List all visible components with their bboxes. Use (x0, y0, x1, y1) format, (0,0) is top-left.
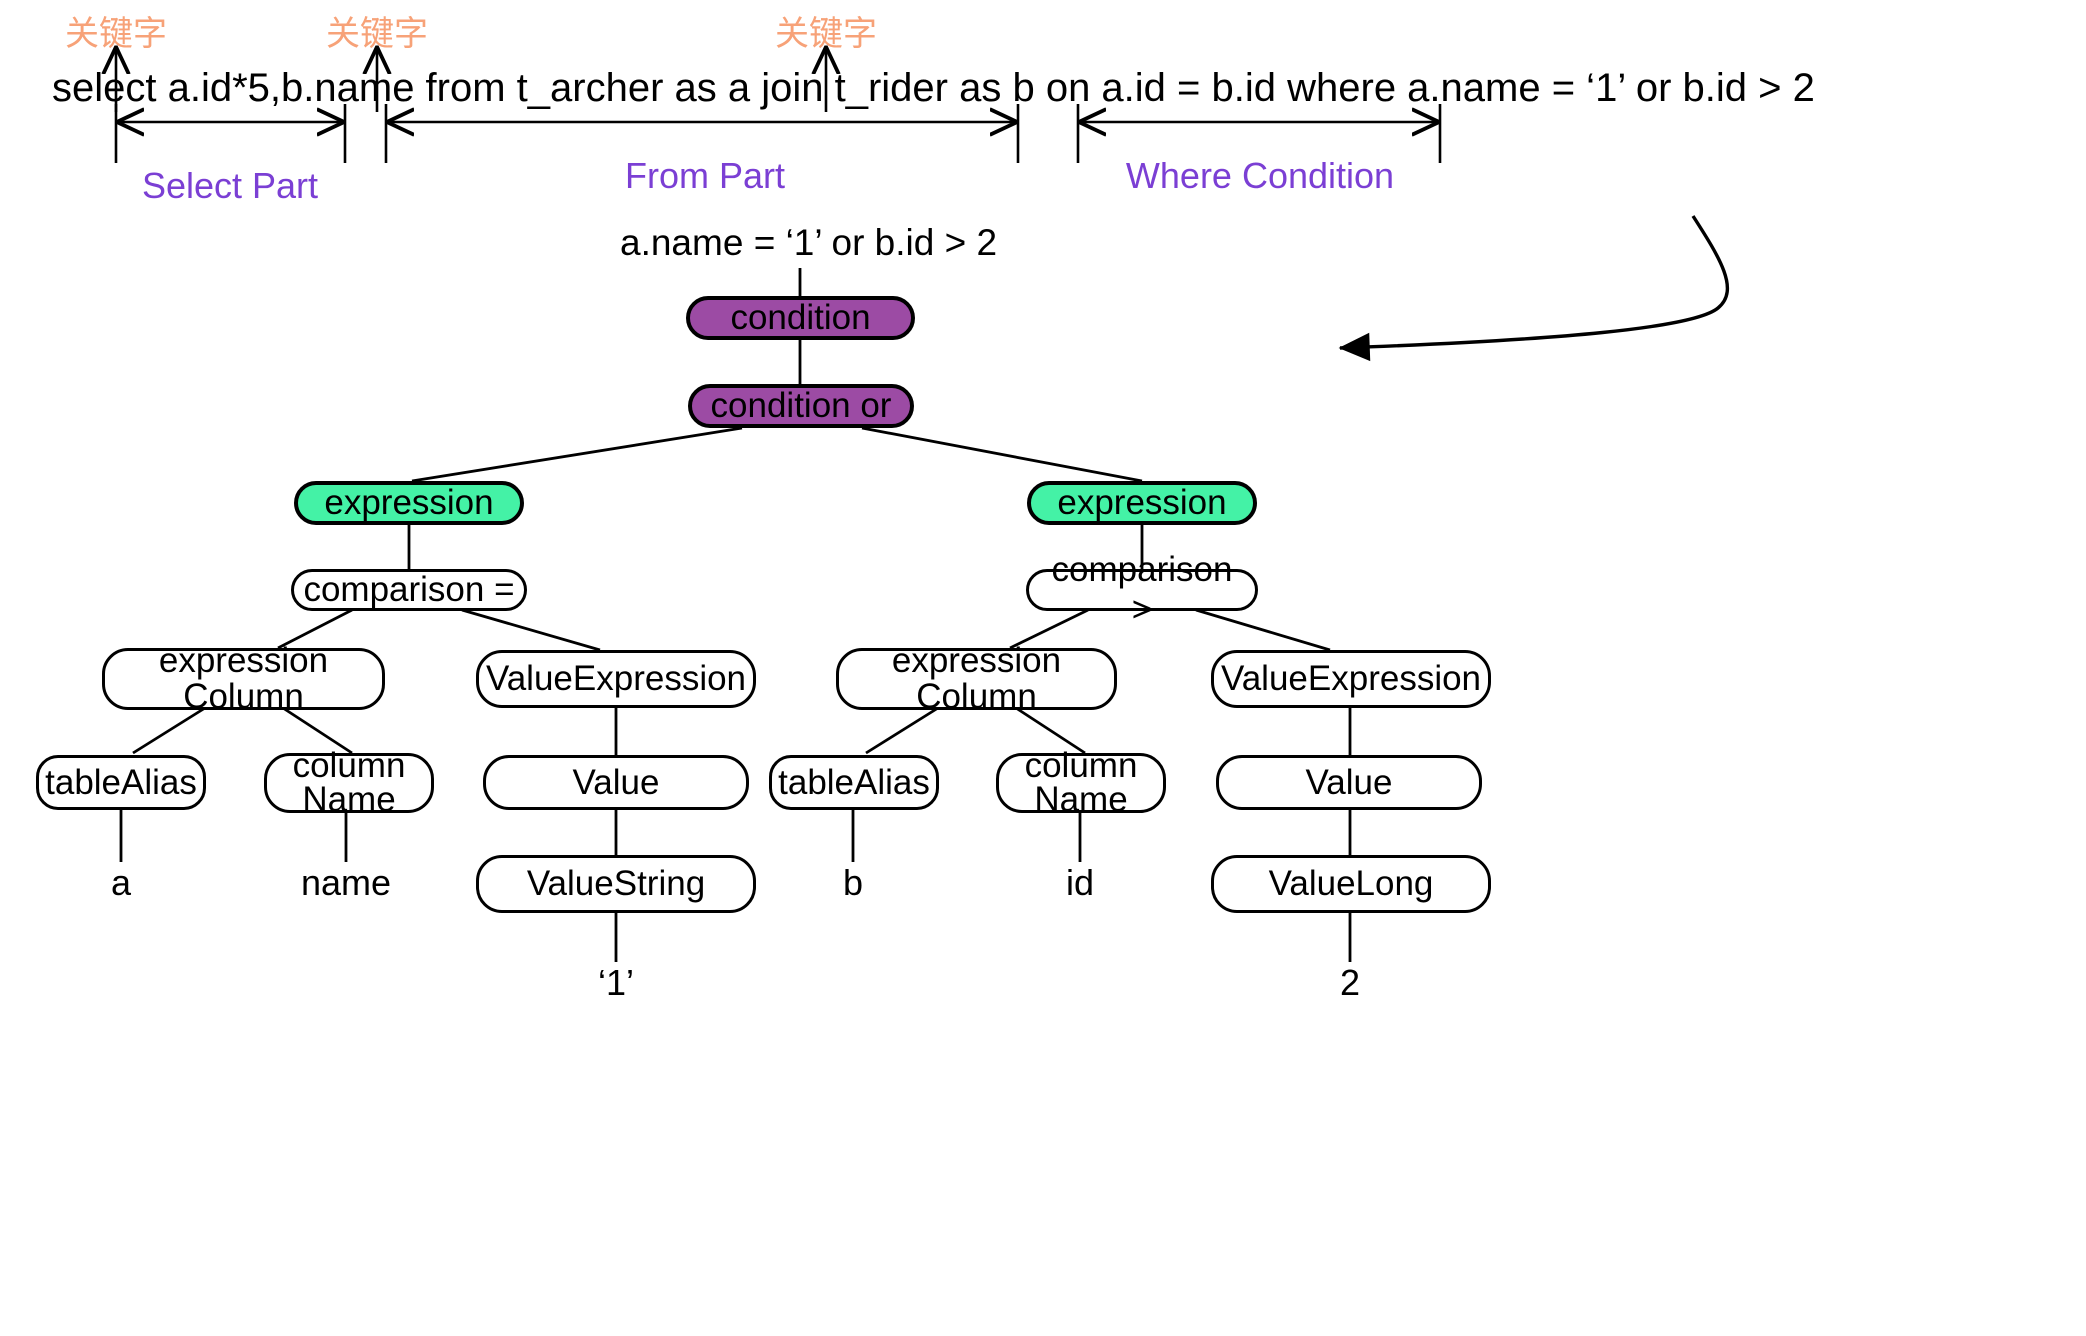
node-value-string-label: ValueString (526, 864, 706, 903)
leaf-value-string-value: ‘1’ (597, 962, 635, 1003)
node-table-alias-left[interactable]: tableAlias (36, 755, 206, 810)
leaf-table-alias-left-value: a (110, 862, 132, 903)
node-value-expression-right-label: ValueExpression (1220, 659, 1482, 698)
node-condition-or-label: condition or (710, 386, 892, 425)
node-column-name-left-line1: column (292, 746, 406, 785)
node-column-name-left-line2: Name (302, 780, 396, 819)
node-column-name-right-line2: Name (1034, 780, 1128, 819)
node-value-expression-right[interactable]: ValueExpression (1211, 650, 1491, 708)
node-value-long[interactable]: ValueLong (1211, 855, 1491, 913)
sql-statement: select a.id*5,b.name from t_archer as a … (52, 66, 1815, 110)
node-comparison-equals[interactable]: comparison = (291, 569, 527, 611)
keyword-label-select: 关键字 (65, 15, 167, 53)
node-condition-or[interactable]: condition or (688, 384, 914, 428)
node-condition[interactable]: condition (686, 296, 915, 340)
where-condition-label: Where Condition (1125, 155, 1395, 196)
leaf-column-name-right-value: id (1065, 862, 1095, 903)
node-column-name-right[interactable]: column Name (996, 748, 1166, 817)
node-condition-label: condition (730, 298, 871, 337)
node-value-expression-left[interactable]: ValueExpression (476, 650, 756, 708)
where-condition-expression-caption: a.name = ‘1’ or b.id > 2 (620, 222, 998, 263)
node-expression-left[interactable]: expression (294, 481, 524, 525)
node-expression-right-label: expression (1057, 483, 1227, 522)
node-comparison-greater[interactable]: comparison > (1026, 550, 1258, 629)
node-expression-column-right-line1: expression (891, 641, 1062, 680)
where-condition-callout-arrow (1338, 215, 1730, 362)
node-value-right[interactable]: Value (1216, 755, 1482, 810)
node-value-expression-left-label: ValueExpression (485, 659, 747, 698)
select-part-label: Select Part (141, 165, 319, 206)
node-column-name-right-line1: column (1024, 746, 1138, 785)
node-expression-right[interactable]: expression (1027, 481, 1257, 525)
node-expression-column-left[interactable]: expression Column (102, 643, 385, 715)
node-column-name-left[interactable]: column Name (264, 748, 434, 817)
leaf-table-alias-right-value: b (842, 862, 864, 903)
select-part-bracket (114, 104, 347, 163)
node-expression-column-right-line2: Column (916, 677, 1037, 716)
keyword-label-from: 关键字 (326, 15, 428, 53)
keyword-label-where: 关键字 (775, 15, 877, 53)
node-expression-column-right[interactable]: expression Column (836, 643, 1117, 715)
node-value-left-label: Value (572, 762, 660, 802)
node-table-alias-right-label: tableAlias (778, 762, 930, 802)
node-table-alias-right[interactable]: tableAlias (769, 755, 939, 810)
node-comparison-greater-label: comparison > (1051, 550, 1233, 629)
leaf-column-name-left-value: name (300, 862, 392, 903)
node-value-long-label: ValueLong (1268, 864, 1434, 903)
node-value-string[interactable]: ValueString (476, 855, 756, 913)
node-table-alias-left-label: tableAlias (45, 762, 197, 802)
node-value-right-label: Value (1305, 762, 1393, 802)
from-part-label: From Part (624, 155, 785, 196)
node-comparison-equals-label: comparison = (303, 570, 515, 609)
diagram-canvas: select a.id*5,b.name from t_archer as a … (0, 0, 2086, 1336)
leaf-value-long-value: 2 (1339, 962, 1361, 1003)
node-expression-column-left-line1: expression (158, 641, 329, 680)
node-expression-column-left-line2: Column (183, 677, 304, 716)
node-expression-left-label: expression (324, 483, 494, 522)
node-value-left[interactable]: Value (483, 755, 749, 810)
